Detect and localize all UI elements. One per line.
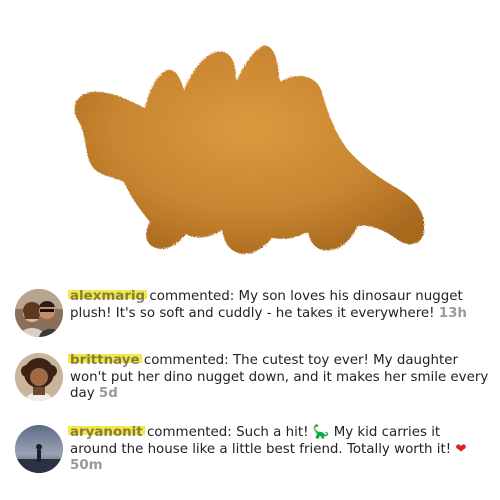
comment-body: Such a hit!	[236, 425, 309, 440]
avatar[interactable]	[15, 353, 63, 401]
heart-icon: ❤	[455, 441, 467, 457]
comment-text: alexmarig commented: My son loves his di…	[67, 289, 490, 322]
username[interactable]: alexmarig	[67, 289, 148, 306]
couple-selfie-avatar	[15, 289, 63, 337]
woman-curly-hair-avatar	[15, 353, 63, 401]
avatar[interactable]	[15, 289, 63, 337]
comment-item: alexmarig commented: My son loves his di…	[0, 283, 500, 349]
username[interactable]: brittnaye	[68, 353, 142, 370]
comment-time: 13h	[438, 305, 467, 321]
dinosaur-emoji-icon: 🦕	[312, 425, 330, 440]
avatar[interactable]	[15, 425, 63, 473]
comment-verb: commented:	[143, 353, 229, 368]
dino-nugget-plush	[74, 45, 425, 255]
comment-time: 50m	[70, 458, 103, 473]
comment-item: aryanonit commented: Such a hit! 🦕 My ki…	[0, 423, 500, 489]
comment-time: 5d	[98, 386, 118, 401]
comment-verb: commented:	[149, 289, 235, 304]
comment-text: aryanonit commented: Such a hit! 🦕 My ki…	[68, 425, 490, 475]
silhouette-sky-avatar	[15, 425, 63, 473]
comment-text: brittnaye commented: The cutest toy ever…	[68, 353, 490, 403]
comment-verb: commented:	[146, 425, 232, 440]
username[interactable]: aryanonit	[68, 425, 145, 442]
comment-item: brittnaye commented: The cutest toy ever…	[0, 351, 500, 417]
product-photo	[0, 0, 500, 282]
